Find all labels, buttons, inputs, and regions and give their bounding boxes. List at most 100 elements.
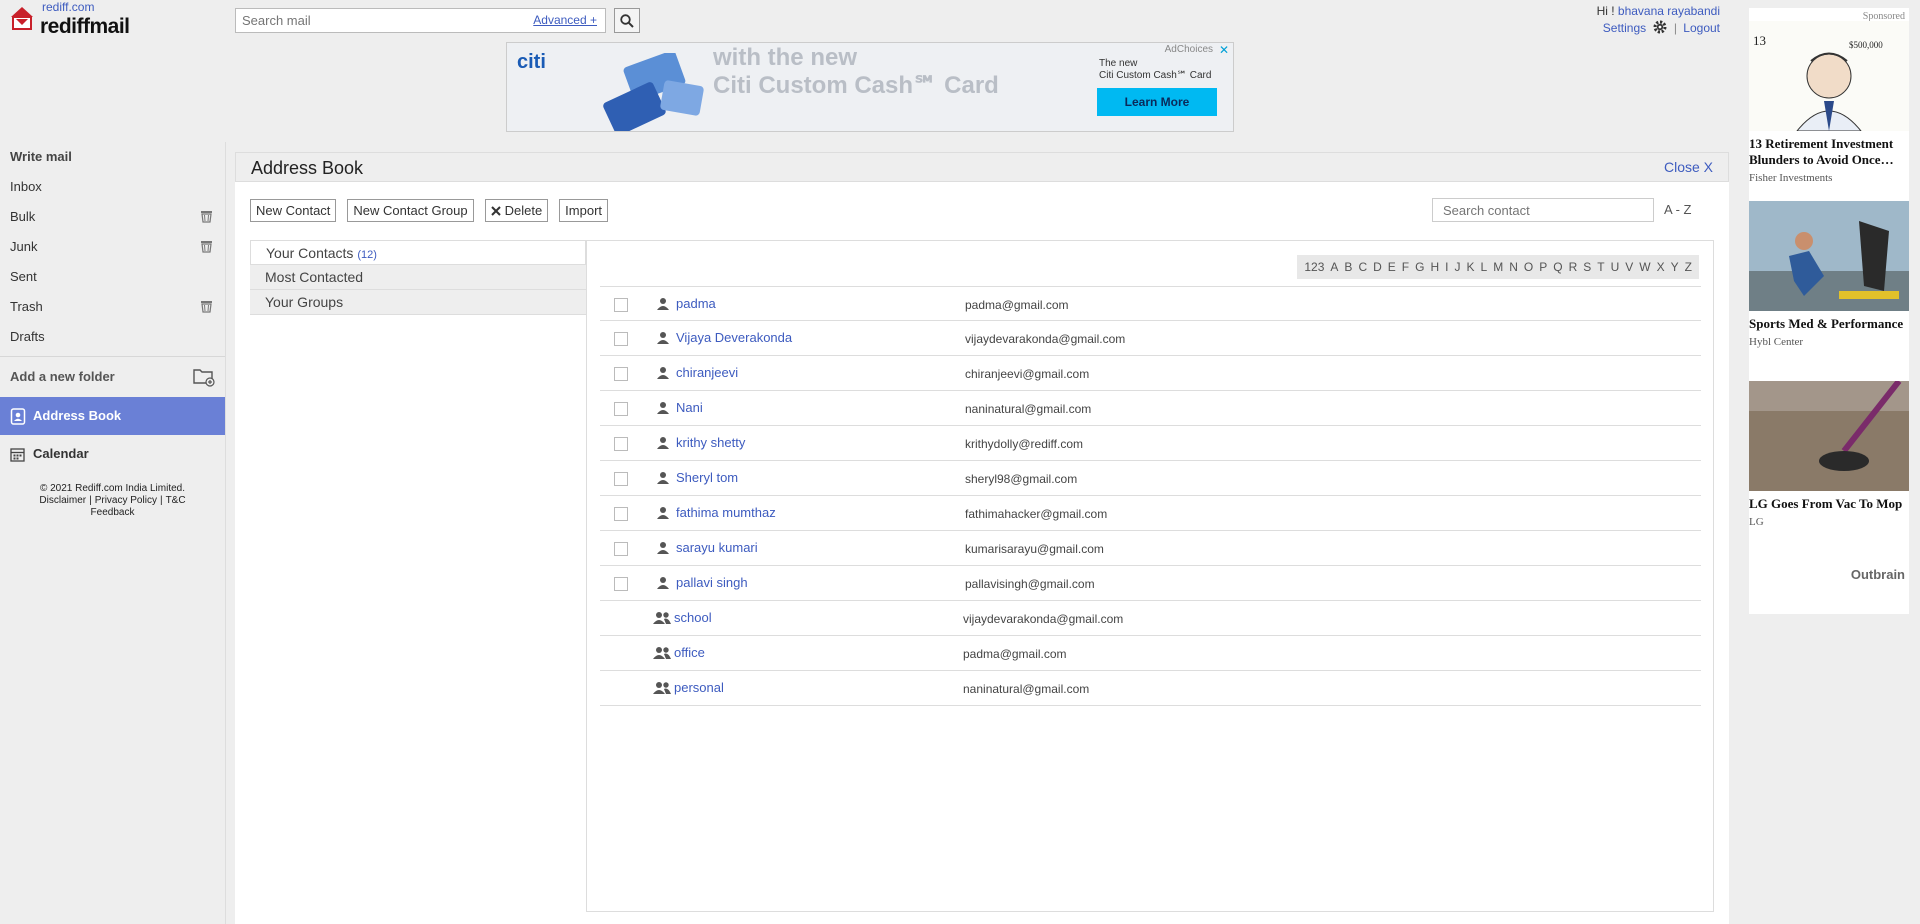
contact-checkbox[interactable] <box>614 402 628 416</box>
sidebar-item-address-book[interactable]: Address Book <box>0 397 225 435</box>
advanced-search-link[interactable]: Advanced + <box>533 13 597 27</box>
feedback-link[interactable]: Feedback <box>91 507 135 518</box>
empty-junk-icon[interactable] <box>200 240 213 253</box>
alphabet-letter[interactable]: L <box>1481 260 1488 274</box>
contact-checkbox[interactable] <box>614 472 628 486</box>
contact-row[interactable]: Vijaya Deverakonda vijaydevarakonda@gmail… <box>600 321 1701 356</box>
contact-name-link[interactable]: Nani <box>676 400 703 415</box>
contact-checkbox[interactable] <box>614 298 628 312</box>
search-contact-input[interactable] <box>1432 198 1654 222</box>
contact-name-link[interactable]: krithy shetty <box>676 435 745 450</box>
user-name-link[interactable]: bhavana rayabandi <box>1618 4 1720 18</box>
contact-checkbox[interactable] <box>614 507 628 521</box>
alphabet-letter[interactable]: E <box>1388 260 1396 274</box>
alphabet-letter[interactable]: S <box>1583 260 1591 274</box>
group-row[interactable]: personal naninatural@gmail.com <box>600 671 1701 706</box>
close-address-book-link[interactable]: Close X <box>1664 159 1713 175</box>
adchoices-label[interactable]: AdChoices <box>1165 44 1213 55</box>
group-name-link[interactable]: school <box>674 610 712 625</box>
empty-trash-icon[interactable] <box>200 300 213 313</box>
search-button[interactable] <box>614 8 640 33</box>
sidebar-item-calendar[interactable]: Calendar <box>0 435 225 473</box>
group-row[interactable]: school vijaydevarakonda@gmail.com <box>600 601 1701 636</box>
alphabet-letter[interactable]: H <box>1430 260 1439 274</box>
alphabet-letter[interactable]: G <box>1415 260 1424 274</box>
group-row[interactable]: office padma@gmail.com <box>600 636 1701 671</box>
settings-link[interactable]: Settings <box>1603 21 1646 35</box>
contact-row[interactable]: Nani naninatural@gmail.com <box>600 391 1701 426</box>
contact-row[interactable]: krithy shetty krithydolly@rediff.com <box>600 426 1701 461</box>
alphabet-letter[interactable]: N <box>1509 260 1518 274</box>
alphabet-letter[interactable]: J <box>1455 260 1461 274</box>
new-contact-group-button[interactable]: New Contact Group <box>347 199 474 222</box>
tc-link[interactable]: T&C <box>166 495 186 506</box>
privacy-policy-link[interactable]: Privacy Policy <box>95 495 157 506</box>
alphabet-letter[interactable]: O <box>1524 260 1533 274</box>
delete-button[interactable]: Delete <box>484 199 549 222</box>
alphabet-letter[interactable]: P <box>1539 260 1547 274</box>
alphabet-letter[interactable]: K <box>1467 260 1475 274</box>
alphabet-letter[interactable]: V <box>1625 260 1633 274</box>
write-mail-button[interactable]: Write mail <box>0 142 225 172</box>
outbrain-logo[interactable]: Outbrain <box>1851 567 1905 582</box>
alphabet-letter[interactable]: Y <box>1671 260 1679 274</box>
contact-name-link[interactable]: sarayu kumari <box>676 540 758 555</box>
close-ad-icon[interactable]: ✕ <box>1219 43 1229 57</box>
contact-name-link[interactable]: fathima mumthaz <box>676 505 776 520</box>
sidebar-item-sent[interactable]: Sent <box>0 262 225 292</box>
ad-headline[interactable]: LG Goes From Vac To Mop <box>1749 496 1909 512</box>
gear-icon[interactable] <box>1653 20 1667 34</box>
alphabet-letter[interactable]: T <box>1597 260 1604 274</box>
alphabet-letter[interactable]: C <box>1358 260 1367 274</box>
group-name-link[interactable]: office <box>674 645 705 660</box>
add-folder-button[interactable]: Add a new folder <box>0 357 225 397</box>
contact-row[interactable]: chiranjeevi chiranjeevi@gmail.com <box>600 356 1701 391</box>
contact-checkbox[interactable] <box>614 367 628 381</box>
contact-name-link[interactable]: pallavi singh <box>676 575 748 590</box>
sidebar-item-bulk[interactable]: Bulk <box>0 202 225 232</box>
logout-link[interactable]: Logout <box>1683 21 1720 35</box>
import-button[interactable]: Import <box>559 199 609 222</box>
alphabet-letter[interactable]: Q <box>1553 260 1562 274</box>
ad-item[interactable]: Sports Med & Performance Hybl Center <box>1749 201 1909 348</box>
contact-name-link[interactable]: Sheryl tom <box>676 470 738 485</box>
contact-checkbox[interactable] <box>614 332 628 346</box>
alphabet-letter[interactable]: Z <box>1685 260 1692 274</box>
contact-row[interactable]: fathima mumthaz fathimahacker@gmail.com <box>600 496 1701 531</box>
contact-row[interactable]: pallavi singh pallavisingh@gmail.com <box>600 566 1701 601</box>
contact-checkbox[interactable] <box>614 542 628 556</box>
ad-headline[interactable]: Sports Med & Performance <box>1749 316 1909 332</box>
ad-item[interactable]: 13 $500,000 13 Retirement Investment Blu… <box>1749 21 1909 184</box>
alphabet-letter[interactable]: U <box>1611 260 1620 274</box>
sidebar-item-junk[interactable]: Junk <box>0 232 225 262</box>
alphabet-letter[interactable]: M <box>1493 260 1503 274</box>
citi-banner-ad[interactable]: citi with the new Citi Custom Cash℠ Card… <box>506 42 1234 132</box>
mail-search-input[interactable] <box>236 9 516 32</box>
sidebar-item-trash[interactable]: Trash <box>0 292 225 322</box>
contact-name-link[interactable]: chiranjeevi <box>676 365 738 380</box>
alphabet-letter[interactable]: B <box>1344 260 1352 274</box>
alphabet-letter[interactable]: I <box>1445 260 1448 274</box>
learn-more-button[interactable]: Learn More <box>1097 88 1217 116</box>
alphabet-letter[interactable]: F <box>1402 260 1409 274</box>
new-contact-button[interactable]: New Contact <box>250 199 337 222</box>
alphabet-letter[interactable]: 123 <box>1304 260 1324 274</box>
contact-row[interactable]: sarayu kumari kumarisarayu@gmail.com <box>600 531 1701 566</box>
alphabet-letter[interactable]: R <box>1569 260 1578 274</box>
rediff-home-link[interactable]: rediff.com <box>42 0 94 14</box>
sidebar-item-inbox[interactable]: Inbox <box>0 172 225 202</box>
tab-most-contacted[interactable]: Most Contacted <box>250 265 586 290</box>
contact-row[interactable]: padma padma@gmail.com <box>600 286 1701 321</box>
group-name-link[interactable]: personal <box>674 680 724 695</box>
contact-name-link[interactable]: Vijaya Deverakonda <box>676 330 792 345</box>
contact-row[interactable]: Sheryl tom sheryl98@gmail.com <box>600 461 1701 496</box>
sort-az-toggle[interactable]: A - Z <box>1664 202 1691 217</box>
contact-checkbox[interactable] <box>614 437 628 451</box>
tab-your-contacts[interactable]: Your Contacts (12) <box>250 240 586 265</box>
contact-name-link[interactable]: padma <box>676 296 716 311</box>
contact-checkbox[interactable] <box>614 577 628 591</box>
disclaimer-link[interactable]: Disclaimer <box>39 495 86 506</box>
alphabet-letter[interactable]: A <box>1330 260 1338 274</box>
ad-item[interactable]: LG Goes From Vac To Mop LG <box>1749 381 1909 528</box>
alphabet-letter[interactable]: D <box>1373 260 1382 274</box>
